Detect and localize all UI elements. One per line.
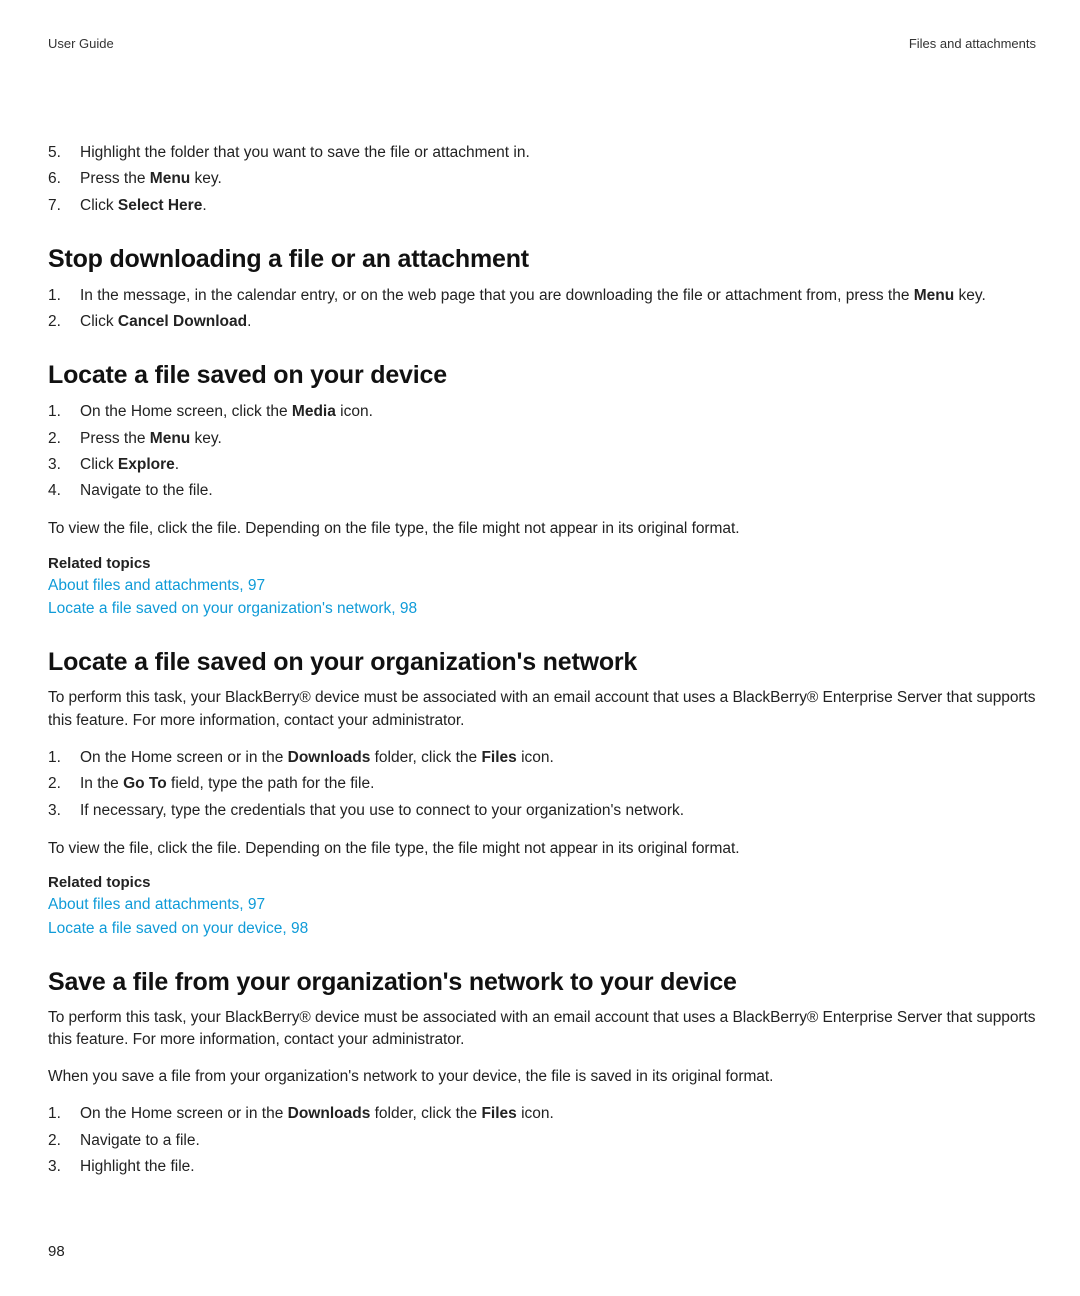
list-text: Click Cancel Download. [80, 310, 1036, 333]
related-topic-link[interactable]: Locate a file saved on your organization… [48, 597, 1036, 620]
list-item: 3. Highlight the file. [48, 1155, 1036, 1178]
list-item: 6. Press the Menu key. [48, 167, 1036, 190]
sec2-list: 1. On the Home screen, click the Media ic… [48, 400, 1036, 502]
document-page: User Guide Files and attachments 5. Highl… [0, 0, 1080, 1296]
section-title-locate-device: Locate a file saved on your device [48, 361, 1036, 390]
list-text: On the Home screen, click the Media icon… [80, 400, 1036, 423]
page-number: 98 [48, 1243, 65, 1260]
sec3-links: About files and attachments, 97Locate a … [48, 893, 1036, 940]
list-number: 3. [48, 453, 68, 476]
list-number: 6. [48, 167, 68, 190]
list-item: 2. Click Cancel Download. [48, 310, 1036, 333]
list-item: 3. If necessary, type the credentials tha… [48, 799, 1036, 822]
continuation-list: 5. Highlight the folder that you want to … [48, 141, 1036, 217]
sec4-intro: To perform this task, your BlackBerry® d… [48, 1007, 1036, 1052]
list-item: 4. Navigate to the file. [48, 479, 1036, 502]
related-topics-label: Related topics [48, 874, 1036, 891]
sec4-list: 1. On the Home screen or in the Downloads… [48, 1102, 1036, 1178]
section-title-locate-network: Locate a file saved on your organization… [48, 648, 1036, 677]
page-header: User Guide Files and attachments [48, 36, 1036, 51]
related-topic-link[interactable]: About files and attachments, 97 [48, 574, 1036, 597]
list-text: Click Select Here. [80, 194, 1036, 217]
list-item: 7. Click Select Here. [48, 194, 1036, 217]
header-left: User Guide [48, 36, 114, 51]
sec3-list: 1. On the Home screen or in the Downloads… [48, 746, 1036, 822]
list-number: 1. [48, 1102, 68, 1125]
sec2-note: To view the file, click the file. Depend… [48, 518, 1036, 540]
list-text: In the message, in the calendar entry, o… [80, 284, 1036, 307]
sec2-links: About files and attachments, 97Locate a … [48, 574, 1036, 621]
list-number: 2. [48, 1129, 68, 1152]
list-number: 3. [48, 799, 68, 822]
list-text: Press the Menu key. [80, 167, 1036, 190]
list-text: On the Home screen or in the Downloads f… [80, 1102, 1036, 1125]
list-item: 1. On the Home screen, click the Media ic… [48, 400, 1036, 423]
list-text: Navigate to a file. [80, 1129, 1036, 1152]
list-number: 1. [48, 746, 68, 769]
list-number: 1. [48, 400, 68, 423]
list-text: Navigate to the file. [80, 479, 1036, 502]
list-text: In the Go To field, type the path for th… [80, 772, 1036, 795]
list-number: 3. [48, 1155, 68, 1178]
list-item: 5. Highlight the folder that you want to … [48, 141, 1036, 164]
related-topics-label: Related topics [48, 555, 1036, 572]
related-topic-link[interactable]: About files and attachments, 97 [48, 893, 1036, 916]
sec3-note: To view the file, click the file. Depend… [48, 838, 1036, 860]
list-item: 2. Navigate to a file. [48, 1129, 1036, 1152]
list-text: Click Explore. [80, 453, 1036, 476]
list-text: Press the Menu key. [80, 427, 1036, 450]
section-title-save-network: Save a file from your organization's net… [48, 968, 1036, 997]
list-item: 2. Press the Menu key. [48, 427, 1036, 450]
list-item: 1. On the Home screen or in the Downloads… [48, 746, 1036, 769]
list-number: 2. [48, 772, 68, 795]
list-text: On the Home screen or in the Downloads f… [80, 746, 1036, 769]
list-item: 2. In the Go To field, type the path for … [48, 772, 1036, 795]
list-number: 2. [48, 427, 68, 450]
sec3-intro: To perform this task, your BlackBerry® d… [48, 687, 1036, 732]
related-topic-link[interactable]: Locate a file saved on your device, 98 [48, 917, 1036, 940]
header-right: Files and attachments [909, 36, 1036, 51]
list-number: 1. [48, 284, 68, 307]
sec1-list: 1. In the message, in the calendar entry,… [48, 284, 1036, 334]
section-title-stop-downloading: Stop downloading a file or an attachment [48, 245, 1036, 274]
list-item: 1. On the Home screen or in the Downloads… [48, 1102, 1036, 1125]
list-text: Highlight the folder that you want to sa… [80, 141, 1036, 164]
list-text: Highlight the file. [80, 1155, 1036, 1178]
list-text: If necessary, type the credentials that … [80, 799, 1036, 822]
list-number: 4. [48, 479, 68, 502]
sec4-para2: When you save a file from your organizat… [48, 1066, 1036, 1088]
list-item: 3. Click Explore. [48, 453, 1036, 476]
list-item: 1. In the message, in the calendar entry,… [48, 284, 1036, 307]
list-number: 2. [48, 310, 68, 333]
list-number: 7. [48, 194, 68, 217]
list-number: 5. [48, 141, 68, 164]
